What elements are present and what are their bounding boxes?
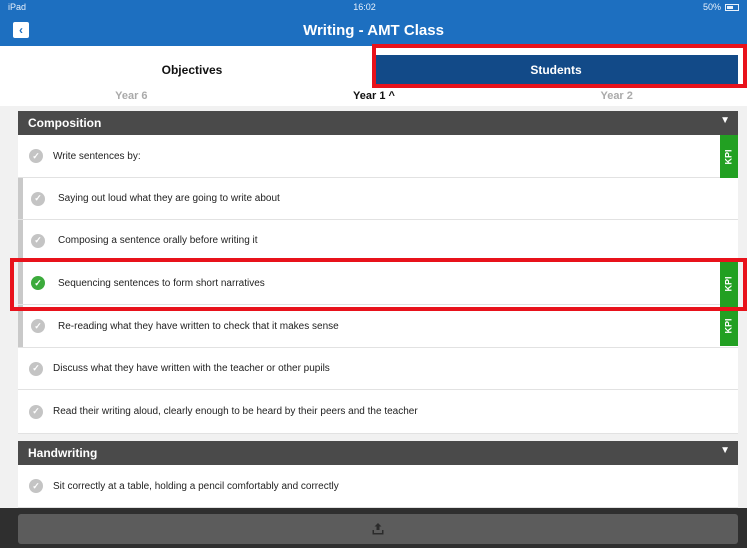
year-next[interactable]: Year 2: [495, 86, 738, 106]
page-title: Writing - AMT Class: [303, 21, 444, 39]
check-icon[interactable]: ✓: [31, 319, 45, 333]
check-icon[interactable]: ✓: [31, 233, 45, 248]
objective-text: Read their writing aloud, clearly enough…: [53, 406, 418, 417]
bottom-toolbar: [0, 508, 747, 548]
battery-icon: [725, 3, 739, 11]
objective-text: Discuss what they have written with the …: [53, 363, 330, 374]
objective-text: Saying out loud what they are going to w…: [58, 193, 280, 204]
list-item[interactable]: ✓ Saying out loud what they are going to…: [18, 178, 738, 220]
year-selector: Year 6 Year 1 ^ Year 2: [10, 86, 738, 106]
check-icon[interactable]: ✓: [29, 404, 43, 419]
upload-icon: [372, 523, 384, 535]
chevron-down-icon: ▼: [720, 115, 730, 126]
tab-students[interactable]: Students: [374, 55, 738, 84]
status-right: 50%: [703, 2, 739, 12]
objective-text: Composing a sentence orally before writi…: [58, 235, 258, 246]
tab-objectives[interactable]: Objectives: [10, 55, 374, 84]
section-header-composition[interactable]: Composition ▼: [18, 111, 738, 135]
objective-text: Sit correctly at a table, holding a penc…: [53, 480, 339, 492]
back-button[interactable]: ‹: [13, 22, 29, 38]
device-label: iPad: [8, 2, 27, 12]
objectives-list: Composition ▼ ✓ Write sentences by: KPI …: [0, 106, 747, 508]
list-item[interactable]: ✓ Re-reading what they have written to c…: [18, 305, 738, 348]
section-title: Composition: [28, 116, 102, 130]
status-bar: iPad 16:02 50%: [0, 0, 747, 14]
list-item[interactable]: ✓ Sit correctly at a table, holding a pe…: [18, 465, 738, 508]
kpi-badge: KPI: [720, 262, 738, 305]
list-item[interactable]: ✓ Discuss what they have written with th…: [18, 348, 738, 390]
upload-button[interactable]: [18, 514, 738, 544]
section-header-handwriting[interactable]: Handwriting ▼: [18, 441, 738, 465]
objective-text: Re-reading what they have written to che…: [58, 320, 339, 332]
check-icon[interactable]: ✓: [31, 191, 45, 206]
section-title: Handwriting: [28, 446, 98, 460]
list-item[interactable]: ✓ Read their writing aloud, clearly enou…: [18, 390, 738, 434]
year-prev[interactable]: Year 6: [10, 86, 253, 106]
chevron-left-icon: ‹: [19, 23, 23, 37]
kpi-badge: KPI: [720, 135, 738, 178]
objective-text: Write sentences by:: [53, 150, 141, 162]
check-icon[interactable]: ✓: [31, 276, 45, 290]
clock: 16:02: [353, 2, 376, 12]
battery-percent: 50%: [702, 2, 721, 12]
chevron-down-icon: ▼: [720, 445, 730, 456]
year-current[interactable]: Year 1 ^: [253, 86, 496, 106]
tab-bar: Objectives Students: [10, 55, 738, 84]
objective-text: Sequencing sentences to form short narra…: [58, 277, 265, 289]
check-icon[interactable]: ✓: [29, 479, 43, 493]
list-item[interactable]: ✓ Sequencing sentences to form short nar…: [18, 262, 738, 305]
list-item[interactable]: ✓ Write sentences by: KPI: [18, 135, 738, 178]
list-item[interactable]: ✓ Composing a sentence orally before wri…: [18, 220, 738, 262]
check-icon[interactable]: ✓: [29, 361, 43, 376]
kpi-badge: KPI: [720, 305, 738, 346]
check-icon[interactable]: ✓: [29, 149, 43, 163]
nav-bar: ‹ Writing - AMT Class: [0, 14, 747, 46]
